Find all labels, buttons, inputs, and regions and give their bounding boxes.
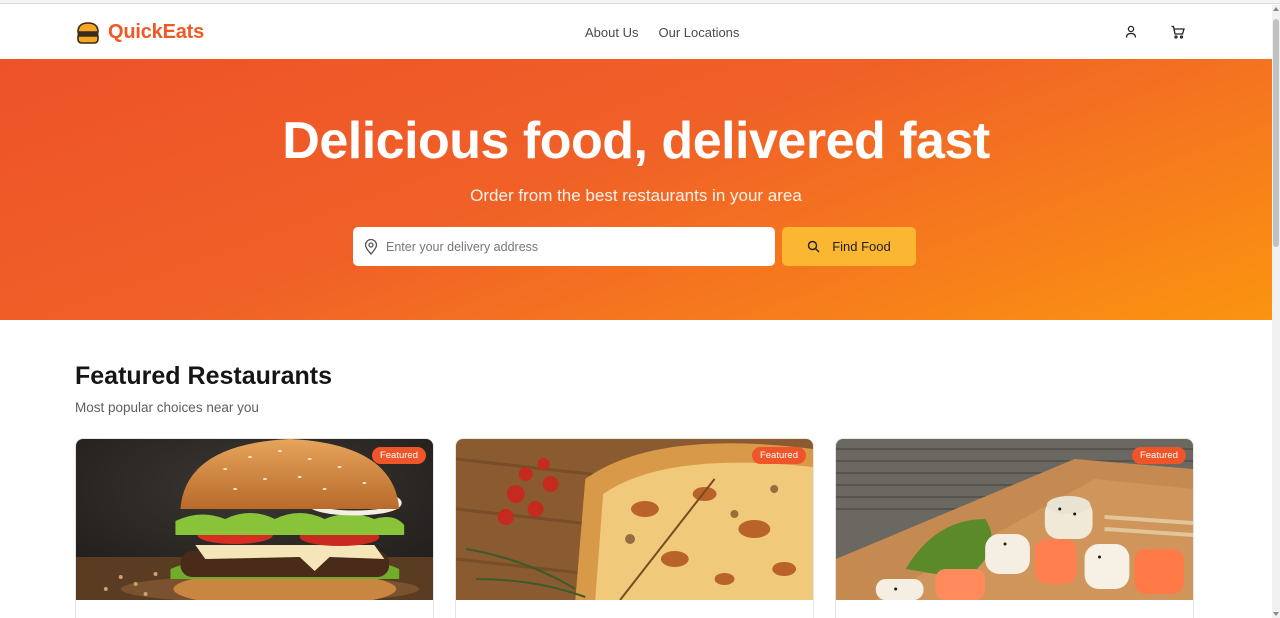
featured-badge: Featured xyxy=(751,447,806,464)
find-food-label: Find Food xyxy=(832,239,891,254)
hero-title: Delicious food, delivered fast xyxy=(282,112,990,170)
hero-banner: Delicious food, delivered fast Order fro… xyxy=(0,59,1272,320)
hero-subtitle: Order from the best restaurants in your … xyxy=(470,186,802,205)
featured-badge: Featured xyxy=(371,447,426,464)
user-icon[interactable] xyxy=(1123,24,1139,40)
logo[interactable]: QuickEats xyxy=(76,21,204,44)
scroll-down-arrow-icon[interactable] xyxy=(1273,612,1279,616)
browser-top-edge xyxy=(0,0,1280,4)
map-pin-icon xyxy=(364,238,378,255)
scrollbar-thumb[interactable] xyxy=(1273,19,1279,247)
site-header: QuickEats About Us Our Locations xyxy=(0,5,1272,59)
page-scrollbar[interactable] xyxy=(1272,5,1280,618)
address-search-box[interactable] xyxy=(353,227,775,266)
scroll-up-arrow-icon[interactable] xyxy=(1273,7,1279,11)
logo-text: QuickEats xyxy=(108,21,205,43)
cart-icon[interactable] xyxy=(1170,24,1186,40)
header-actions xyxy=(1123,24,1186,40)
burger-logo-icon xyxy=(77,21,99,44)
address-input[interactable] xyxy=(386,239,756,254)
find-food-button[interactable]: Find Food xyxy=(782,227,916,266)
section-subtitle: Most popular choices near you xyxy=(75,400,259,415)
restaurant-card[interactable]: Featured xyxy=(455,438,814,618)
main-nav: About Us Our Locations xyxy=(585,25,739,40)
featured-badge: Featured xyxy=(1131,447,1186,464)
nav-link-about-us[interactable]: About Us xyxy=(585,25,638,40)
restaurant-card[interactable]: Featured xyxy=(75,438,434,618)
search-icon xyxy=(808,240,820,253)
nav-link-our-locations[interactable]: Our Locations xyxy=(658,25,739,40)
section-title: Featured Restaurants xyxy=(75,362,333,390)
restaurant-card[interactable]: Featured xyxy=(835,438,1194,618)
